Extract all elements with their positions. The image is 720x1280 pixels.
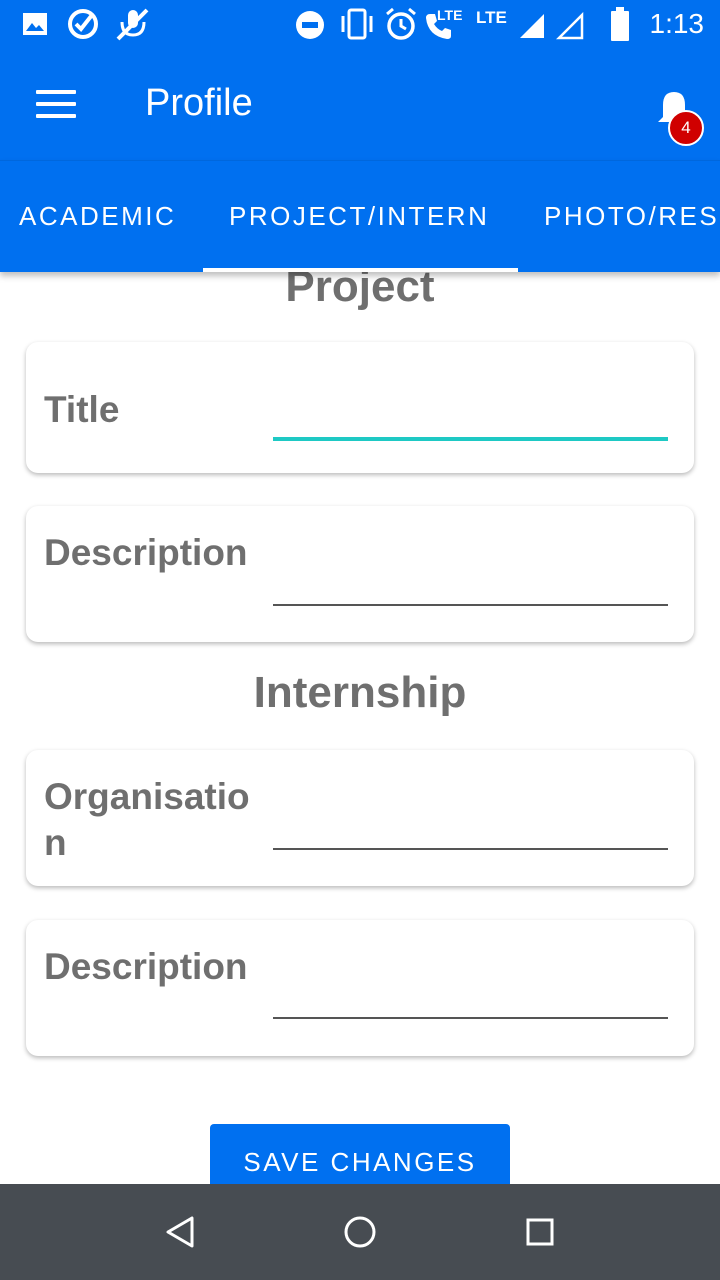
tab-indicator <box>203 268 518 272</box>
do-not-disturb-icon <box>296 11 324 39</box>
app-bar: Profile 4 <box>0 48 720 160</box>
home-icon[interactable] <box>342 1214 378 1250</box>
internship-description-input[interactable] <box>273 1017 668 1019</box>
internship-organisation-card: Organisation <box>26 750 694 886</box>
signal-outline-icon <box>556 12 584 40</box>
tab-photo-resume[interactable]: PHOTO/RES <box>544 201 719 232</box>
tab-academic[interactable]: ACADEMIC <box>19 201 176 232</box>
alarm-icon <box>386 7 416 40</box>
check-circle-icon <box>68 9 98 39</box>
project-title-card: Title <box>26 342 694 473</box>
notification-badge: 4 <box>668 110 704 146</box>
lte-label-2: LTE <box>476 8 507 27</box>
page-title: Profile <box>145 82 253 124</box>
back-icon[interactable] <box>164 1214 196 1250</box>
signal-icon <box>520 14 544 38</box>
project-title-input[interactable] <box>273 437 668 441</box>
tab-project-intern[interactable]: PROJECT/INTERN <box>229 201 489 232</box>
internship-description-label: Description <box>44 946 248 987</box>
screen: LTE LTE 1:13 Profile 4 ACADEMIC PROJECT/… <box>0 0 720 1280</box>
navigation-bar <box>0 1184 720 1280</box>
image-icon <box>23 13 47 35</box>
project-description-label: Description <box>44 532 248 573</box>
tab-bar: ACADEMIC PROJECT/INTERN PHOTO/RES <box>0 160 720 272</box>
project-title-label: Title <box>44 389 120 430</box>
mic-off-icon <box>116 8 149 41</box>
status-bar: LTE LTE 1:13 <box>0 0 720 48</box>
menu-icon[interactable] <box>36 90 76 120</box>
status-time: 1:13 <box>649 8 705 39</box>
vibrate-icon <box>341 8 373 40</box>
internship-heading: Internship <box>253 668 467 717</box>
lte-label-1: LTE <box>437 7 463 23</box>
battery-icon <box>611 7 629 41</box>
internship-organisation-input[interactable] <box>273 848 668 850</box>
recents-icon[interactable] <box>524 1214 556 1250</box>
internship-description-card: Description <box>26 920 694 1056</box>
project-description-card: Description <box>26 506 694 642</box>
project-description-input[interactable] <box>273 604 668 606</box>
internship-organisation-label: Organisation <box>44 776 250 863</box>
